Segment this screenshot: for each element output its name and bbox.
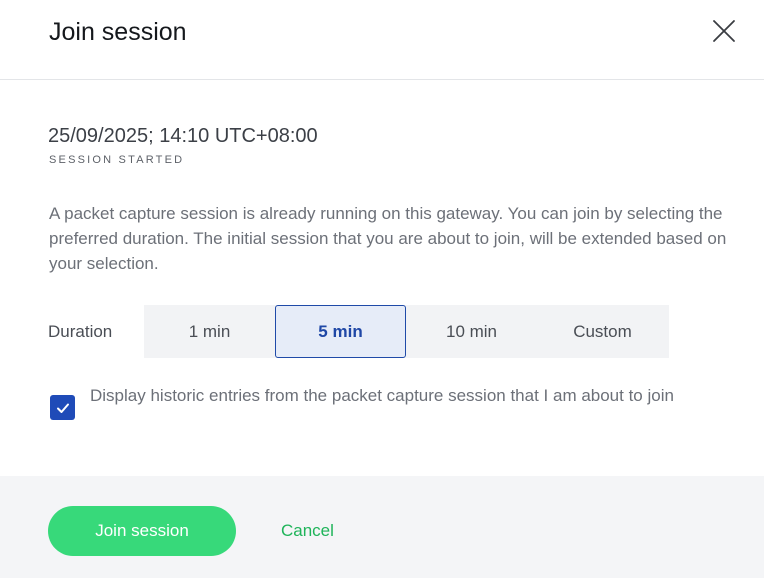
duration-option-custom[interactable]: Custom	[537, 305, 668, 358]
duration-selector: 1 min 5 min 10 min Custom	[144, 305, 669, 358]
cancel-button[interactable]: Cancel	[281, 519, 334, 543]
duration-option-5-min[interactable]: 5 min	[275, 305, 406, 358]
historic-entries-label: Display historic entries from the packet…	[90, 386, 674, 405]
session-description: A packet capture session is already runn…	[49, 204, 727, 273]
session-start-time: 25/09/2025; 14:10 UTC+08:00	[48, 125, 318, 147]
dialog-header: Join session	[0, 0, 764, 80]
dialog-title: Join session	[49, 18, 187, 46]
join-session-button[interactable]: Join session	[48, 506, 236, 556]
duration-option-1-min[interactable]: 1 min	[144, 305, 275, 358]
join-session-dialog: Join session 25/09/2025; 14:10 UTC+08:00…	[0, 0, 764, 578]
close-button[interactable]	[710, 17, 738, 45]
dialog-footer: Join session Cancel	[0, 476, 764, 578]
duration-option-10-min[interactable]: 10 min	[406, 305, 537, 358]
duration-label: Duration	[48, 322, 113, 341]
checkmark-icon	[56, 403, 69, 413]
session-started-label: SESSION STARTED	[49, 154, 185, 166]
close-icon	[713, 20, 735, 42]
historic-entries-checkbox[interactable]	[50, 395, 75, 420]
